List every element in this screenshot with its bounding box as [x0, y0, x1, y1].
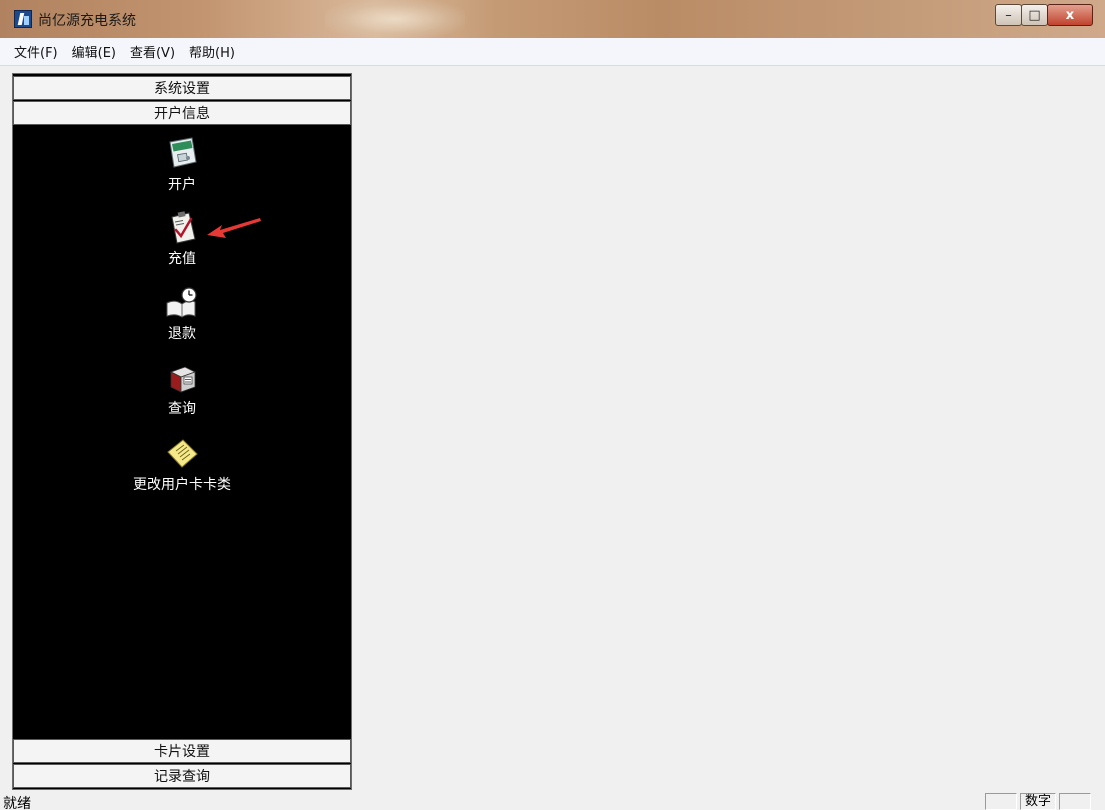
sidebar-group-system-settings[interactable]: 系统设置: [13, 76, 351, 100]
maximize-button[interactable]: □: [1021, 4, 1048, 26]
menu-edit[interactable]: 编辑(E): [72, 42, 116, 61]
status-pane-num: 数字: [1020, 793, 1056, 810]
sidebar-item-refund[interactable]: 退款: [13, 285, 351, 351]
menu-bar: 文件(F) 编辑(E) 查看(V) 帮助(H): [0, 38, 1105, 66]
title-bar-glow: [325, 0, 465, 38]
sidebar-group-record-query[interactable]: 记录查询: [13, 764, 351, 788]
sidebar-item-label: 更改用户卡卡类: [133, 477, 231, 493]
sidebar-item-label: 查询: [168, 401, 196, 417]
recharge-clipboard-icon: [171, 211, 196, 244]
sidebar-item-change-card-type[interactable]: 更改用户卡卡类: [13, 436, 351, 502]
menu-view[interactable]: 查看(V): [130, 42, 175, 61]
sidebar-item-open-account[interactable]: 开户: [13, 136, 351, 202]
close-button[interactable]: x: [1047, 4, 1093, 26]
sidebar-group-account-info[interactable]: 开户信息: [13, 101, 351, 125]
maximize-icon: □: [1028, 7, 1041, 23]
sidebar-item-label: 开户: [168, 177, 196, 193]
sidebar-item-label: 退款: [168, 326, 196, 342]
minimize-icon: –: [1005, 7, 1012, 23]
app-logo-icon: [14, 10, 32, 28]
change-card-note-icon: [167, 439, 198, 468]
sidebar-item-query[interactable]: 查询: [13, 360, 351, 426]
minimize-button[interactable]: –: [995, 4, 1022, 26]
refund-book-clock-icon: [166, 287, 197, 318]
query-box-icon: [169, 366, 197, 393]
status-pane-caps: [985, 793, 1017, 810]
window-title: 尚亿源充电系统: [38, 13, 136, 29]
close-icon: x: [1065, 7, 1075, 23]
status-text: 就绪: [3, 796, 31, 810]
sidebar-item-recharge[interactable]: 充值: [13, 210, 351, 276]
status-pane-scroll: [1059, 793, 1091, 810]
menu-file[interactable]: 文件(F): [14, 42, 58, 61]
title-bar: 尚亿源充电系统 – □ x: [0, 0, 1105, 38]
status-bar: 就绪 数字: [0, 792, 1105, 810]
open-account-icon: [169, 137, 197, 168]
sidebar-group-card-settings[interactable]: 卡片设置: [13, 739, 351, 763]
annotation-arrow-icon: [207, 218, 261, 238]
menu-help[interactable]: 帮助(H): [189, 42, 235, 61]
sidebar-item-label: 充值: [168, 251, 196, 267]
